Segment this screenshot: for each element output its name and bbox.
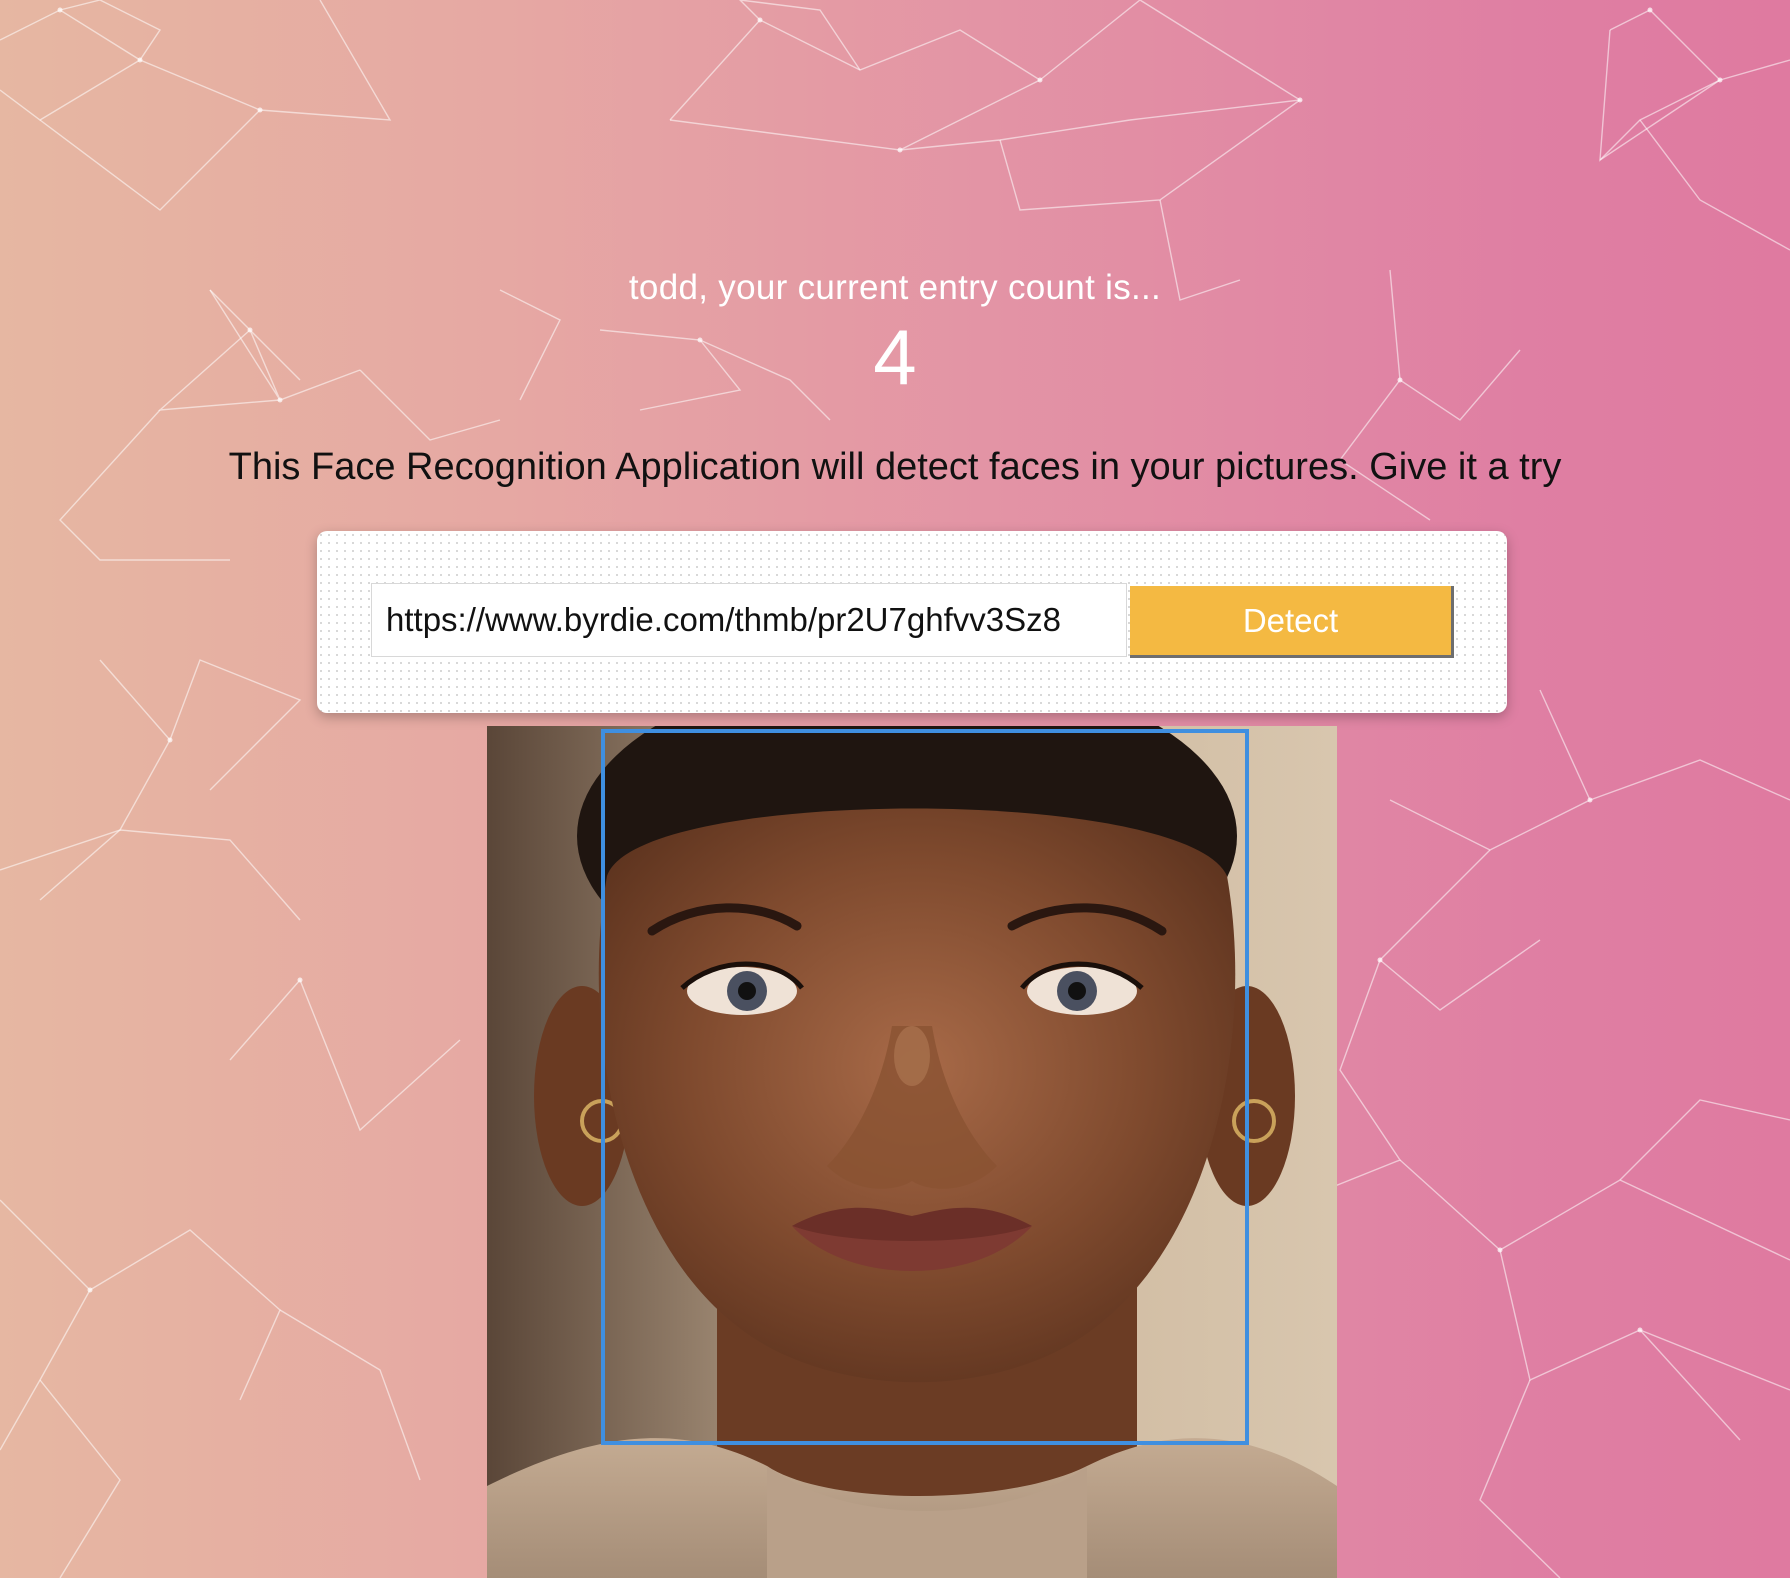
app-description: This Face Recognition Application will d… [228,446,1562,488]
detect-button[interactable]: Detect [1130,586,1454,658]
entry-count-label: todd, your current entry count is... [628,268,1162,307]
image-url-input[interactable] [371,583,1127,657]
face-bounding-box [601,729,1249,1445]
image-url-form: Detect [317,531,1507,713]
detected-photo [487,726,1337,1578]
entry-count-value: 4 [873,313,917,401]
